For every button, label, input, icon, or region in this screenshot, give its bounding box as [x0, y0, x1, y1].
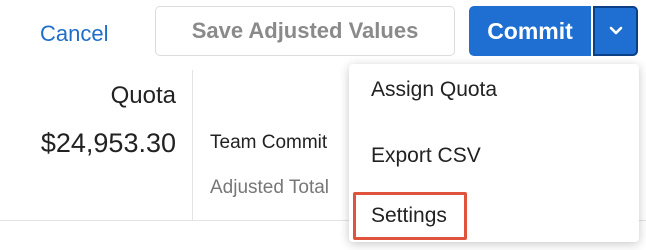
quota-value: $24,953.30 — [40, 128, 176, 158]
menu-item-settings[interactable]: Settings — [371, 204, 447, 228]
cancel-button[interactable]: Cancel — [40, 14, 108, 54]
adjusted-total-label: Adjusted Total — [210, 177, 330, 198]
team-commit-label: Team Commit — [210, 132, 328, 153]
menu-item-assign-quota[interactable]: Assign Quota — [371, 78, 497, 102]
quota-label: Quota — [110, 82, 176, 109]
column-divider — [192, 70, 193, 220]
commit-actions-dropdown-toggle[interactable] — [593, 6, 638, 56]
menu-item-export-csv[interactable]: Export CSV — [371, 144, 481, 168]
save-adjusted-values-button[interactable]: Save Adjusted Values — [155, 6, 455, 56]
forecast-worksheet-view: Cancel Save Adjusted Values Commit Quota… — [0, 0, 646, 250]
commit-actions-menu: Assign Quota Export CSV Settings — [349, 64, 639, 242]
commit-button[interactable]: Commit — [469, 6, 591, 56]
chevron-down-icon — [609, 26, 622, 35]
